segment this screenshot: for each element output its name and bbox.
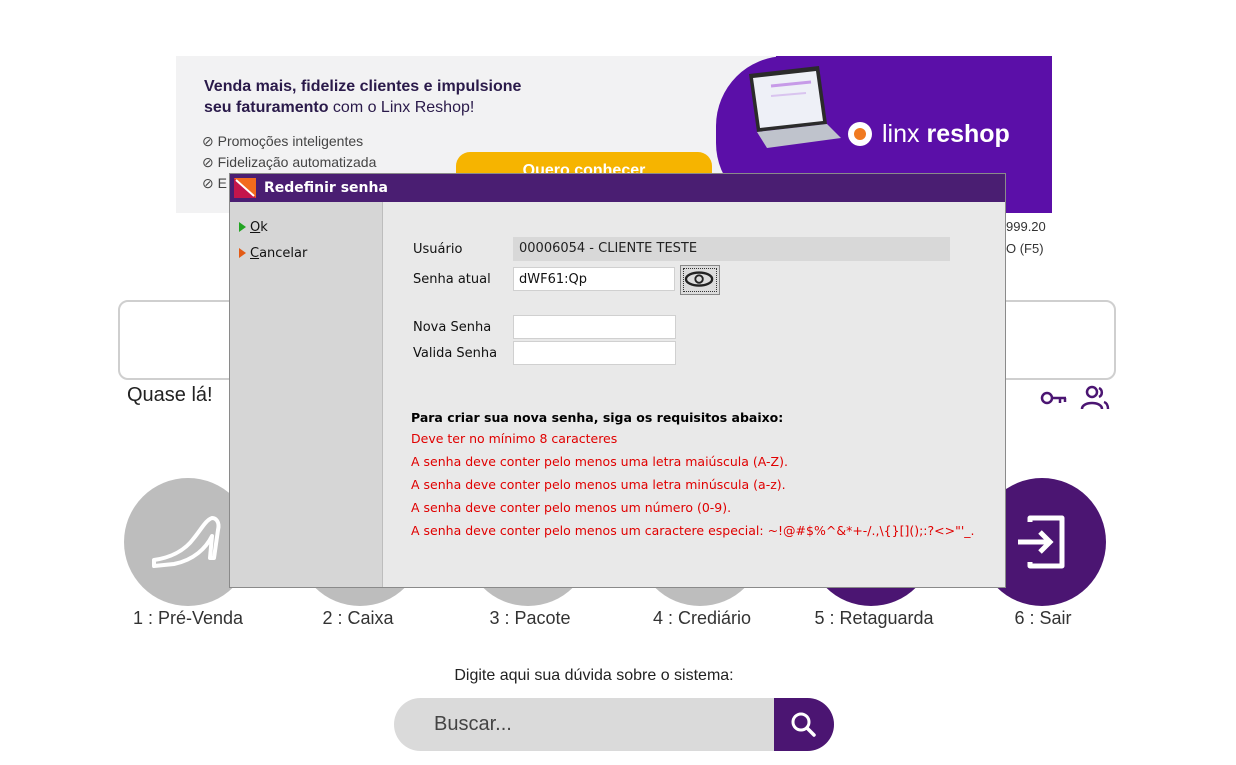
search-icon xyxy=(791,712,816,737)
requirements-title: Para criar sua nova senha, siga os requi… xyxy=(411,410,784,425)
help-search-input[interactable] xyxy=(394,698,774,751)
search-button[interactable] xyxy=(774,698,834,751)
help-prompt: Digite aqui sua dúvida sobre o sistema: xyxy=(454,667,734,684)
requirement-item: A senha deve conter pelo menos uma letra… xyxy=(411,454,788,469)
banner-bullet: ⊘ Promoções inteligentes xyxy=(202,133,364,149)
menu-label: 3 : Pacote xyxy=(489,608,571,628)
ok-action[interactable]: Ok xyxy=(239,220,268,235)
check-circle-icon: ⊘ xyxy=(202,154,214,170)
usuario-field: 00006054 - CLIENTE TESTE xyxy=(513,237,950,261)
status-text: Quase lá! xyxy=(127,384,213,406)
redefinir-senha-dialog: Redefinir senha Ok Cancelar Usuário 0000… xyxy=(230,174,1005,587)
requirement-item: A senha deve conter pelo menos um número… xyxy=(411,500,732,515)
dialog-titlebar[interactable]: Redefinir senha xyxy=(230,174,1005,202)
play-green-icon xyxy=(239,222,246,232)
senha-atual-input[interactable] xyxy=(513,267,675,291)
requirement-item: A senha deve conter pelo menos uma letra… xyxy=(411,477,786,492)
users-icon[interactable] xyxy=(1080,385,1110,411)
menu-label: 4 : Crediário xyxy=(652,608,752,628)
help-search xyxy=(394,698,834,751)
dialog-actions-pane: Ok Cancelar xyxy=(230,202,383,587)
cancel-action[interactable]: Cancelar xyxy=(239,246,307,261)
menu-label: 2 : Caixa xyxy=(322,608,394,628)
background-shortcut: O (F5) xyxy=(1006,241,1044,256)
linx-reshop-logo: linx reshop xyxy=(848,120,1010,149)
dialog-title: Redefinir senha xyxy=(264,180,388,196)
banner-bullet: ⊘ Fidelização automatizada xyxy=(202,154,377,170)
check-circle-icon: ⊘ xyxy=(202,133,214,149)
requirement-item: A senha deve conter pelo menos um caract… xyxy=(411,523,975,538)
key-icon[interactable] xyxy=(1040,389,1068,407)
show-password-button[interactable] xyxy=(680,265,720,295)
banner-headline: Venda mais, fidelize clientes e impulsio… xyxy=(204,78,522,116)
senha-atual-label: Senha atual xyxy=(413,272,491,287)
check-circle-icon: ⊘ xyxy=(202,175,214,191)
nova-senha-label: Nova Senha xyxy=(413,320,492,335)
menu-label: 5 : Retaguarda xyxy=(814,608,934,628)
nova-senha-input[interactable] xyxy=(513,315,676,339)
valida-senha-input[interactable] xyxy=(513,341,676,365)
eye-icon xyxy=(684,271,714,287)
requirement-item: Deve ter no mínimo 8 caracteres xyxy=(411,431,618,446)
reshop-logo-icon xyxy=(848,122,872,146)
menu-label: 1 : Pré-Venda xyxy=(132,608,244,628)
play-orange-icon xyxy=(239,248,246,258)
laptop-illustration xyxy=(749,66,841,148)
app-logo-icon xyxy=(234,178,256,198)
usuario-label: Usuário xyxy=(413,242,463,257)
valida-senha-label: Valida Senha xyxy=(413,346,498,361)
background-value: 999.20 xyxy=(1006,219,1046,234)
menu-label: 6 : Sair xyxy=(1014,608,1072,628)
